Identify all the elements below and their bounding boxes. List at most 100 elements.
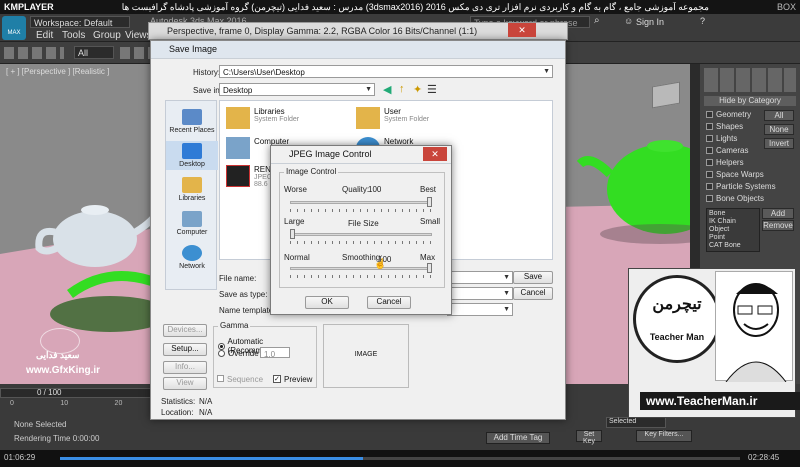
smoothing-slider[interactable] — [290, 267, 432, 270]
checkbox[interactable] — [706, 183, 713, 190]
save-as-type-dropdown[interactable]: ▼ — [447, 287, 513, 300]
sequence-checkbox[interactable]: Sequence — [217, 375, 263, 384]
cat-label: Helpers — [716, 158, 744, 167]
chevron-down-icon: ▼ — [503, 290, 510, 297]
smoothing-left-label: Normal — [284, 253, 310, 262]
help-icon[interactable]: ? — [700, 16, 705, 26]
render-frame-titlebar: Perspective, frame 0, Display Gamma: 2.2… — [148, 22, 568, 40]
all-button[interactable]: All — [764, 110, 794, 121]
search-icon[interactable]: ⌕ — [594, 15, 600, 26]
key-filters-button[interactable]: Key Filters... — [636, 430, 692, 442]
back-icon[interactable]: ◀ — [383, 83, 391, 96]
place-network[interactable]: Network — [166, 245, 218, 270]
gamma-value-spinner[interactable]: 1.0 — [260, 347, 290, 359]
quality-right-label: Best — [420, 185, 437, 194]
save-button[interactable]: Save — [513, 271, 553, 284]
close-icon[interactable]: ✕ — [423, 147, 447, 161]
cat-space-warps[interactable]: Space Warps — [706, 170, 764, 179]
selection-filter-dropdown[interactable]: All — [74, 46, 114, 59]
cat-lights[interactable]: Lights — [706, 134, 737, 143]
quality-slider-thumb[interactable] — [427, 197, 432, 207]
render-frame-close-button[interactable]: ✕ — [508, 23, 536, 37]
cat-cameras[interactable]: Cameras — [706, 146, 748, 155]
selected-dropdown[interactable]: Selected — [606, 417, 666, 428]
save-in-dropdown[interactable]: Desktop ▼ — [219, 83, 375, 96]
menu-tools[interactable]: Tools — [62, 30, 85, 41]
add-button[interactable]: Add — [762, 208, 794, 219]
place-computer[interactable]: Computer — [166, 211, 218, 236]
seek-bar[interactable] — [60, 457, 740, 460]
checkbox[interactable] — [706, 159, 713, 166]
checkbox[interactable] — [706, 195, 713, 202]
add-time-tag-button[interactable]: Add Time Tag — [486, 432, 550, 444]
file-item-user[interactable]: User System Folder — [356, 107, 429, 129]
checkbox[interactable] — [706, 135, 713, 142]
list-item[interactable]: CAT Bone — [709, 242, 757, 250]
watermark-site-left: www.GfxKing.ir — [26, 365, 101, 376]
location-value: N/A — [199, 408, 213, 417]
filesize-slider-thumb[interactable] — [290, 229, 295, 239]
cat-shapes[interactable]: Shapes — [706, 122, 743, 131]
checkbox[interactable] — [706, 171, 713, 178]
viewport-label[interactable]: [ + ] [Perspective ] [Realistic ] — [6, 67, 109, 76]
up-folder-icon[interactable]: ↑ — [399, 83, 405, 95]
save-dialog-titlebar: Save Image — [151, 41, 565, 59]
watermark-site-right: www.TeacherMan.ir — [646, 394, 758, 408]
cat-helpers[interactable]: Helpers — [706, 158, 744, 167]
cat-bone-objects[interactable]: Bone Objects — [706, 194, 764, 203]
name-template-dropdown[interactable]: ▼ — [447, 303, 513, 316]
checkbox[interactable] — [706, 111, 713, 118]
recent-places-icon — [182, 109, 202, 125]
place-desktop[interactable]: Desktop — [166, 141, 218, 170]
cat-label: Geometry — [716, 110, 752, 119]
menu-group[interactable]: Group — [93, 30, 121, 41]
info-button[interactable]: Info... — [163, 361, 207, 374]
sign-in-link[interactable]: Sign In — [636, 17, 664, 27]
gamma-override-radio[interactable]: Override — [218, 349, 259, 358]
devices-button[interactable]: Devices... — [163, 324, 207, 337]
setup-button[interactable]: Setup... — [163, 343, 207, 356]
invert-button[interactable]: Invert — [764, 138, 794, 149]
set-key-button[interactable]: Set Key — [576, 430, 602, 445]
bone-list[interactable]: Bone IK Chain Object Point CAT Bone — [706, 208, 760, 252]
checkbox[interactable] — [706, 123, 713, 130]
workspace-dropdown[interactable]: Workspace: Default — [30, 16, 130, 28]
player-brand: KMPLAYER — [4, 2, 54, 12]
cancel-button[interactable]: Cancel — [367, 296, 411, 309]
cancel-button[interactable]: Cancel — [513, 287, 553, 300]
rollout-header[interactable]: Hide by Category — [704, 96, 796, 106]
desktop-icon — [182, 143, 202, 159]
libraries-icon — [182, 177, 202, 193]
view-menu-icon[interactable]: ☰ — [427, 83, 437, 96]
smoothing-slider-thumb[interactable] — [427, 263, 432, 273]
cat-particle-systems[interactable]: Particle Systems — [706, 182, 776, 191]
rollout-title: Hide by Category — [719, 96, 781, 105]
none-button[interactable]: None — [764, 124, 794, 135]
list-item[interactable]: Bone — [709, 210, 757, 218]
jpeg-dialog-titlebar: JPEG Image Control ✕ — [271, 146, 451, 164]
cat-geometry[interactable]: Geometry — [706, 110, 751, 119]
preview-checkbox[interactable]: ✓ Preview — [273, 375, 312, 384]
place-libraries[interactable]: Libraries — [166, 177, 218, 202]
quality-slider[interactable] — [290, 201, 432, 204]
history-dropdown[interactable]: C:\Users\User\Desktop ▼ — [219, 65, 553, 78]
filesize-left-label: Large — [284, 217, 305, 226]
place-recent[interactable]: Recent Places — [166, 109, 218, 134]
quality-value: 100 — [368, 185, 382, 194]
menu-edit[interactable]: Edit — [36, 30, 53, 41]
file-name-input[interactable]: ▼ — [447, 271, 513, 284]
image-preview-box: IMAGE — [323, 324, 409, 388]
list-item[interactable]: IK Chain Object — [709, 218, 757, 234]
max-logo[interactable]: MAX — [2, 16, 26, 40]
new-folder-icon[interactable]: ✦ — [413, 83, 422, 96]
remove-button[interactable]: Remove — [762, 220, 794, 231]
file-item-libraries[interactable]: Libraries System Folder — [226, 107, 299, 129]
filesize-slider[interactable] — [290, 233, 432, 236]
teacher-site-strip: www.TeacherMan.ir — [640, 392, 800, 410]
checkbox[interactable] — [706, 147, 713, 154]
file-sub: System Folder — [254, 116, 300, 123]
ok-button[interactable]: OK — [305, 296, 349, 309]
list-item[interactable]: Point — [709, 234, 757, 242]
view-button[interactable]: View — [163, 377, 207, 390]
file-item-render[interactable]: REN JPEG 88.6 — [226, 165, 272, 188]
